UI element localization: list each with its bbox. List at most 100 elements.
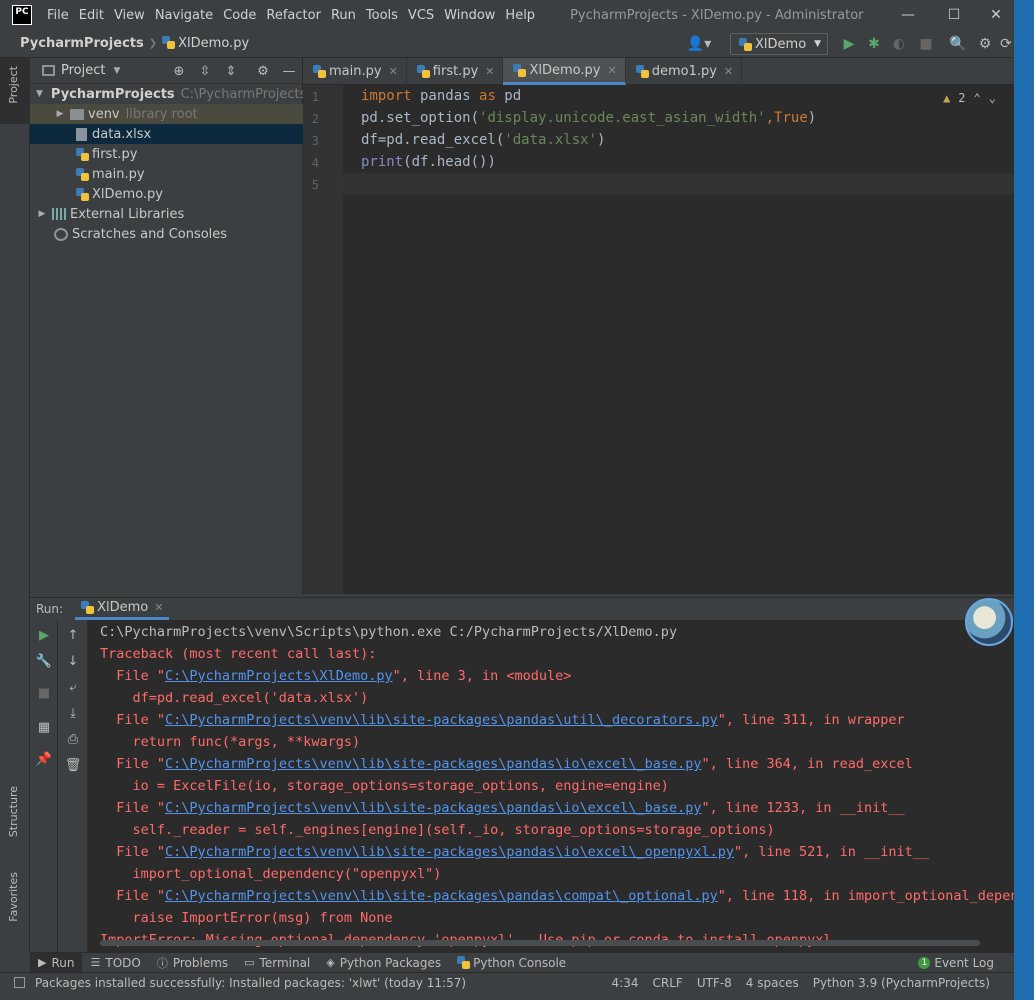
indent-setting[interactable]: 4 spaces <box>746 976 799 990</box>
minimize-button[interactable]: — <box>885 0 931 30</box>
gear-icon[interactable]: ⚙ <box>254 62 272 80</box>
chevron-down-icon[interactable]: ▼ <box>36 89 43 99</box>
bottom-tool-bar: ▶ Run ☰ TODO ⓘ Problems ▭ Terminal ◈ Python P… <box>30 952 1014 973</box>
menu-code[interactable]: Code <box>218 8 261 23</box>
menu-navigate[interactable]: Navigate <box>150 8 218 23</box>
arrow-up-icon[interactable]: ↑ <box>64 626 82 644</box>
structure-tool-tab[interactable]: Structure <box>7 786 20 837</box>
tab-main-py[interactable]: main.py ✕ <box>303 58 407 85</box>
project-view-select[interactable]: Project <box>61 63 105 78</box>
wrench-icon[interactable]: 🔧 <box>35 652 53 670</box>
code-token: df=pd.read_excel( <box>361 132 505 148</box>
menu-run[interactable]: Run <box>326 8 361 23</box>
caret-position[interactable]: 4:34 <box>612 976 639 990</box>
menu-file[interactable]: File <box>42 8 74 23</box>
debug-icon[interactable]: ✱ <box>864 34 884 54</box>
console-file-link[interactable]: C:\PycharmProjects\venv\lib\site-package… <box>165 800 701 816</box>
console-file-link[interactable]: C:\PycharmProjects\XlDemo.py <box>165 668 393 684</box>
collapse-all-icon[interactable]: ⇕ <box>222 62 240 80</box>
tool-button-run[interactable]: ▶ Run <box>30 952 83 973</box>
stop-icon[interactable]: ■ <box>916 34 936 54</box>
tree-item-project-root[interactable]: ▼ PycharmProjects C:\PycharmProjects <box>30 84 306 104</box>
tab-first-py[interactable]: first.py ✕ <box>407 58 504 85</box>
console-file-link[interactable]: C:\PycharmProjects\venv\lib\site-package… <box>165 756 701 772</box>
pin-icon[interactable]: 📌 <box>35 750 53 768</box>
python-interpreter[interactable]: Python 3.9 (PycharmProjects) <box>813 976 990 990</box>
close-icon[interactable]: ✕ <box>485 65 494 78</box>
close-icon[interactable]: ✕ <box>389 65 398 78</box>
chevron-down-icon[interactable]: ⌄ <box>989 91 996 105</box>
run-icon[interactable]: ▶ <box>839 34 859 54</box>
gear-icon[interactable]: ⚙ <box>975 34 995 54</box>
coverage-icon[interactable]: ◐ <box>889 34 909 54</box>
soft-wrap-icon[interactable]: ⤶ <box>64 678 82 696</box>
code-token: (df.head()) <box>403 154 496 170</box>
desktop-background <box>1014 0 1034 1000</box>
project-tool-tab[interactable]: Project <box>7 66 20 104</box>
search-icon[interactable]: 🔍 <box>948 34 968 54</box>
chevron-right-icon[interactable]: ▶ <box>36 209 48 219</box>
menu-help[interactable]: Help <box>500 8 540 23</box>
code-token: 'data.xlsx' <box>504 132 598 148</box>
layout-icon[interactable]: ▦ <box>35 718 53 736</box>
trash-icon[interactable]: 🗑 <box>64 756 82 774</box>
file-encoding[interactable]: UTF-8 <box>697 976 732 990</box>
locate-icon[interactable]: ⊕ <box>170 62 188 80</box>
tool-button-python-console[interactable]: Python Console <box>449 953 574 973</box>
tree-item-data-xlsx[interactable]: data.xlsx <box>30 124 303 144</box>
menu-edit[interactable]: Edit <box>74 8 109 23</box>
expand-all-icon[interactable]: ⇳ <box>196 62 214 80</box>
menu-vcs[interactable]: VCS <box>403 8 439 23</box>
close-button[interactable]: ✕ <box>978 0 1014 30</box>
line-separator[interactable]: CRLF <box>653 976 683 990</box>
print-icon[interactable]: ⎙ <box>64 730 82 748</box>
close-icon[interactable]: ✕ <box>154 601 163 614</box>
console-file-link[interactable]: C:\PycharmProjects\venv\lib\site-package… <box>165 844 734 860</box>
tree-item-main-py[interactable]: main.py <box>30 164 303 184</box>
menu-view[interactable]: View <box>109 8 150 23</box>
tool-button-event-log[interactable]: 1 Event Log <box>918 953 994 973</box>
tree-item-xldemo-py[interactable]: XlDemo.py <box>30 184 303 204</box>
chevron-down-icon[interactable]: ▼ <box>113 66 120 76</box>
tree-item-external-libraries[interactable]: ▶ External Libraries <box>30 204 303 224</box>
console-horizontal-scrollbar[interactable] <box>100 940 980 946</box>
run-configuration-select[interactable]: XlDemo ▼ <box>730 33 828 55</box>
close-icon[interactable]: ✕ <box>724 65 733 78</box>
favorites-tool-tab[interactable]: Favorites <box>7 872 20 922</box>
scroll-to-end-icon[interactable]: ⤓ <box>64 704 82 722</box>
maximize-button[interactable]: ☐ <box>931 0 977 30</box>
console-command-line: C:\PycharmProjects\venv\Scripts\python.e… <box>100 624 678 640</box>
arrow-down-icon[interactable]: ↓ <box>64 652 82 670</box>
status-message[interactable]: Packages installed successfully: Install… <box>35 976 466 990</box>
menu-refactor[interactable]: Refactor <box>261 8 326 23</box>
menu-window[interactable]: Window <box>439 8 500 23</box>
update-icon[interactable]: ⟳ <box>998 34 1014 54</box>
close-icon[interactable]: ✕ <box>607 64 616 77</box>
breadcrumb-file[interactable]: XlDemo.py <box>162 36 249 51</box>
tree-item-scratches[interactable]: Scratches and Consoles <box>30 224 303 244</box>
tab-xldemo-py[interactable]: XlDemo.py ✕ <box>503 58 626 85</box>
tool-button-python-packages[interactable]: ◈ Python Packages <box>318 953 449 973</box>
tool-button-terminal[interactable]: ▭ Terminal <box>236 953 318 973</box>
user-icon[interactable]: 👤▾ <box>686 34 712 54</box>
run-tab-xldemo[interactable]: XlDemo ✕ <box>75 598 170 620</box>
tab-demo1-py[interactable]: demo1.py ✕ <box>626 58 743 85</box>
tool-button-todo[interactable]: ☰ TODO <box>82 953 148 973</box>
console-file-link[interactable]: C:\PycharmProjects\venv\lib\site-package… <box>165 888 718 904</box>
inspection-widget[interactable]: ▲ 2 ⌃ ⌄ <box>943 91 996 105</box>
chevron-right-icon[interactable]: ▶ <box>54 109 66 119</box>
hide-icon[interactable]: — <box>280 62 298 80</box>
chevron-up-icon[interactable]: ⌃ <box>974 91 981 105</box>
tree-item-first-py[interactable]: first.py <box>30 144 303 164</box>
left-tool-strip: Project Structure Favorites <box>0 58 30 952</box>
menu-tools[interactable]: Tools <box>361 8 403 23</box>
rerun-icon[interactable]: ▶ <box>35 626 53 644</box>
tool-button-problems[interactable]: ⓘ Problems <box>149 953 236 973</box>
tree-item-venv[interactable]: ▶ venv library root <box>30 104 303 124</box>
code-editor[interactable]: 1 2 3 4 5 import pandas as pd pd.set_opt… <box>303 85 1014 594</box>
console-file-link[interactable]: C:\PycharmProjects\venv\lib\site-package… <box>165 712 718 728</box>
toggle-tool-windows-icon[interactable] <box>14 977 25 988</box>
breadcrumb-project[interactable]: PycharmProjects <box>20 36 144 51</box>
stop-icon[interactable]: ■ <box>35 684 53 702</box>
run-console[interactable]: C:\PycharmProjects\venv\Scripts\python.e… <box>88 620 1014 952</box>
